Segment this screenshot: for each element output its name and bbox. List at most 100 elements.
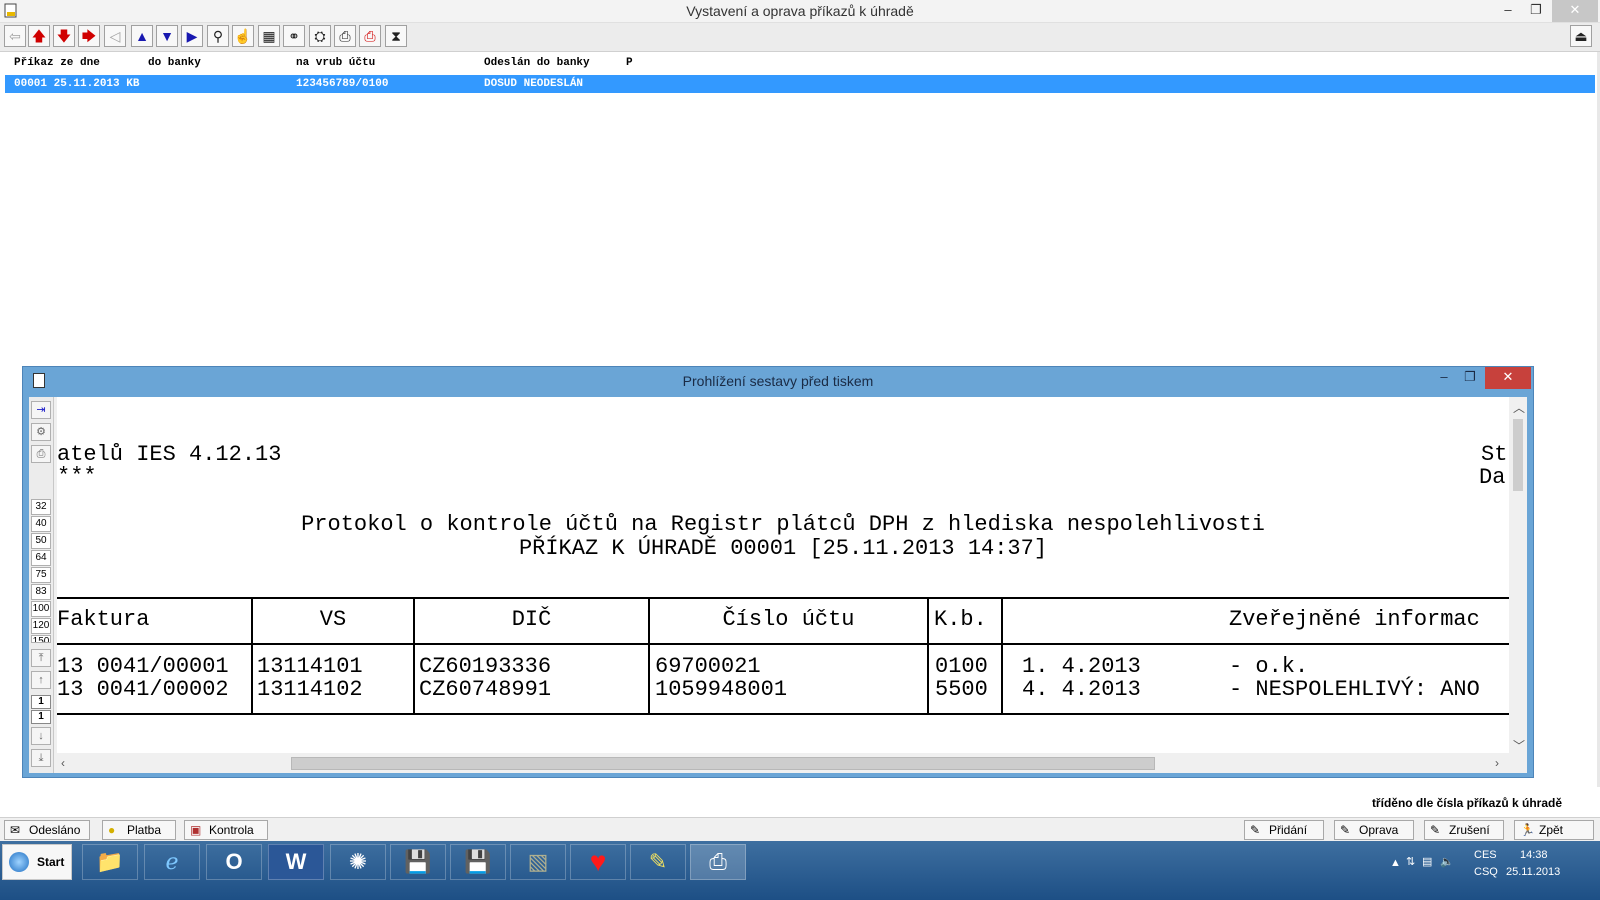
dialog-minimize-button[interactable]: – [1431, 367, 1457, 389]
hand-icon[interactable]: ☝ [232, 25, 254, 47]
cell-faktura: 13 0041/00002 [57, 677, 229, 702]
table-divider [1001, 597, 1003, 715]
printer-icon[interactable]: ⎙ [334, 25, 356, 47]
first-page-icon[interactable]: ⤒ [31, 649, 51, 667]
col-header-date[interactable]: Příkaz ze dne [14, 57, 100, 69]
input-language-top[interactable]: CES [1474, 849, 1497, 861]
minimize-button[interactable]: – [1496, 0, 1520, 22]
col-header-p[interactable]: P [626, 57, 633, 69]
printer-app-icon[interactable]: ⎙ [690, 844, 746, 880]
back-arrow-icon[interactable]: ⇦ [4, 25, 26, 47]
up-blue-icon[interactable]: ▲ [131, 25, 153, 47]
col-header-account[interactable]: na vrub účtu [296, 57, 375, 69]
photo-icon[interactable]: ▧ [510, 844, 566, 880]
report-subtitle: PŘÍKAZ K ÚHRADĚ 00001 [25.11.2013 14:37] [518, 536, 1048, 561]
report-header-left-2: *** [57, 464, 97, 489]
scroll-right-icon[interactable]: › [1495, 756, 1499, 770]
zoom-100[interactable]: 100 [31, 601, 51, 617]
notepad-icon[interactable]: ✎ [630, 844, 686, 880]
cell-ucet: 69700021 [655, 654, 761, 679]
exit-preview-icon[interactable]: ⇥ [31, 401, 51, 419]
coin-icon: ● [108, 823, 116, 837]
print-icon[interactable]: ⎙ [31, 445, 51, 463]
start-button[interactable]: Start [2, 844, 72, 880]
zoom-64[interactable]: 64 [31, 550, 51, 566]
scroll-left-icon[interactable]: ‹ [61, 756, 65, 770]
add-button[interactable]: ✎ Přidání [1244, 820, 1324, 840]
printer-red-icon[interactable]: ⎙ [359, 25, 381, 47]
word-icon[interactable]: W [268, 844, 324, 880]
move-right-red-icon[interactable]: 🡆 [78, 25, 100, 47]
heart-icon[interactable]: ♥ [570, 844, 626, 880]
preview-horizontal-scrollbar[interactable]: ‹ › [57, 753, 1509, 773]
exit-icon[interactable]: ⏏ [1570, 25, 1592, 47]
list-item[interactable]: 00001 25.11.2013 KB 123456789/0100 DOSUD… [5, 75, 1595, 93]
delete-button[interactable]: ✎ Zrušení [1424, 820, 1504, 840]
preview-side-toolbar: ⇥ ⚙ ⎙ 32 40 50 64 75 83 100 120 150 ⤒ ↑ … [29, 397, 54, 773]
sort-status-text: tříděno dle čísla příkazů k úhradě [1371, 796, 1562, 810]
right-blue-icon[interactable]: ▶ [181, 25, 203, 47]
col-header-bank[interactable]: do banky [148, 57, 201, 69]
add-label: Přidání [1269, 823, 1308, 837]
scroll-down-icon[interactable]: ﹀ [1513, 737, 1525, 754]
last-page-icon[interactable]: ⤓ [31, 749, 51, 767]
zoom-40[interactable]: 40 [31, 516, 51, 532]
input-language-bottom[interactable]: CSQ [1474, 866, 1498, 878]
settings-icon[interactable]: ⚙ [31, 423, 51, 441]
zoom-75[interactable]: 75 [31, 567, 51, 583]
next-page-icon[interactable]: ↓ [31, 727, 51, 745]
file-explorer-icon[interactable]: 📁 [82, 844, 138, 880]
outlook-icon[interactable]: O [206, 844, 262, 880]
col-header-sent[interactable]: Odeslán do banky [484, 57, 590, 69]
cell-kb: 0100 [935, 654, 988, 679]
close-button[interactable]: ✕ [1552, 0, 1598, 22]
tray-expand-icon[interactable]: ▲ [1390, 857, 1401, 869]
hourglass-icon[interactable]: ⧗ [385, 25, 407, 47]
network-icon[interactable]: ▤ [1422, 855, 1432, 868]
binoculars-icon[interactable]: ⚭ [283, 25, 305, 47]
zoom-150[interactable]: 150 [31, 635, 51, 643]
horizontal-scroll-thumb[interactable] [291, 757, 1155, 770]
pin-icon[interactable]: ⚲ [207, 25, 229, 47]
down-blue-icon[interactable]: ▼ [156, 25, 178, 47]
sent-button[interactable]: ✉ Odesláno [4, 820, 90, 840]
running-man-icon: 🏃 [1520, 823, 1535, 837]
edit-button[interactable]: ✎ Oprava [1334, 820, 1414, 840]
clock-time[interactable]: 14:38 [1520, 849, 1548, 861]
sent-label: Odesláno [29, 823, 81, 837]
app-runner-icon[interactable]: ✺ [330, 844, 386, 880]
main-title-bar: Vystavení a oprava příkazů k úhradě – ❐ … [0, 0, 1600, 23]
row-sent-status: DOSUD NEODESLÁN [484, 78, 584, 90]
cell-info: - o.k. [1229, 654, 1309, 679]
toolbar: ⇦ 🡅 🡇 🡆 ◁ ▲ ▼ ▶ ⚲ ☝ ▦ ⚭ ⛭ ⎙ ⎙ ⧗ ⏏ [0, 23, 1600, 52]
zoom-83[interactable]: 83 [31, 584, 51, 600]
dialog-close-button[interactable]: ✕ [1485, 367, 1531, 389]
zoom-120[interactable]: 120 [31, 618, 51, 634]
back-label: Zpět [1539, 823, 1564, 837]
vertical-scroll-thumb[interactable] [1513, 419, 1523, 491]
move-down-red-icon[interactable]: 🡇 [53, 25, 75, 47]
preview-vertical-scrollbar[interactable]: ︿ ﹀ [1509, 397, 1527, 753]
clock-date[interactable]: 25.11.2013 [1506, 866, 1560, 878]
preview-dialog: Prohlížení sestavy před tiskem – ❐ ✕ ⇥ ⚙… [22, 366, 1534, 778]
payment-button[interactable]: ● Platba [102, 820, 176, 840]
dialog-maximize-button[interactable]: ❐ [1457, 367, 1483, 389]
previous-page-icon[interactable]: ↑ [31, 671, 51, 689]
floppy-blue-icon[interactable]: 💾 [450, 844, 506, 880]
tag-icon[interactable]: ⛭ [309, 25, 331, 47]
internet-explorer-icon[interactable]: ℯ [144, 844, 200, 880]
envelope-icon: ✉ [10, 823, 21, 837]
left-triangle-icon[interactable]: ◁ [104, 25, 126, 47]
scroll-up-icon[interactable]: ︿ [1513, 399, 1525, 416]
volume-icon[interactable]: 🔈 [1440, 855, 1454, 868]
zoom-32[interactable]: 32 [31, 499, 51, 515]
grid-icon[interactable]: ▦ [258, 25, 280, 47]
move-up-red-icon[interactable]: 🡅 [28, 25, 50, 47]
zoom-50[interactable]: 50 [31, 533, 51, 549]
start-label: Start [37, 855, 65, 869]
tray-sync-icon[interactable]: ⇅ [1406, 855, 1415, 868]
check-button[interactable]: ▣ Kontrola [184, 820, 268, 840]
floppy-red-icon[interactable]: 💾 [390, 844, 446, 880]
back-button[interactable]: 🏃 Zpět [1514, 820, 1594, 840]
maximize-button[interactable]: ❐ [1524, 0, 1548, 22]
